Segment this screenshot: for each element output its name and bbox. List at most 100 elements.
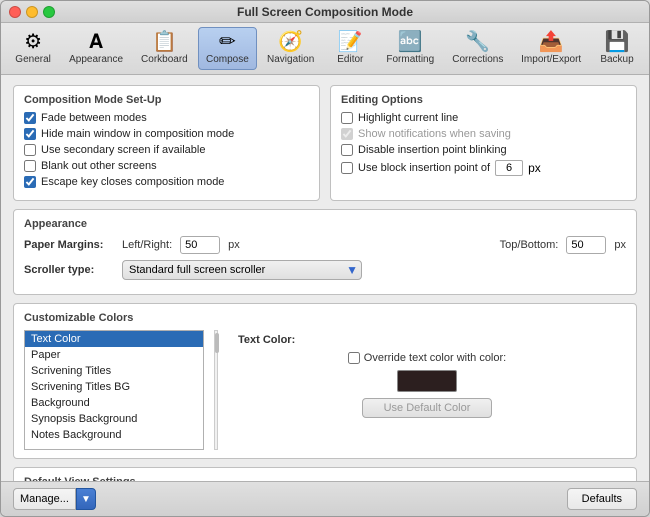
toolbar-item-general[interactable]: ⚙ General — [7, 27, 59, 70]
checkbox-secondary-label: Use secondary screen if available — [41, 144, 205, 156]
toolbar-item-navigation[interactable]: 🧭 Navigation — [259, 27, 322, 70]
defaults-button[interactable]: Defaults — [567, 488, 637, 510]
checkbox-fade-label: Fade between modes — [41, 112, 147, 124]
scroller-row: Scroller type: Standard full screen scro… — [24, 260, 626, 280]
checkbox-disable-blink-label: Disable insertion point blinking — [358, 144, 507, 156]
checkbox-disable-blink: Disable insertion point blinking — [341, 144, 626, 156]
close-button[interactable] — [9, 6, 21, 18]
appearance-icon: 𝐀 — [89, 32, 103, 52]
checkbox-highlight-input[interactable] — [341, 112, 353, 124]
toolbar-label-importexport: Import/Export — [521, 54, 581, 65]
color-list[interactable]: Text Color Paper Scrivening Titles Scriv… — [24, 330, 204, 450]
manage-arrow-button[interactable]: ▼ — [76, 488, 96, 510]
color-list-item-background[interactable]: Background — [25, 395, 203, 411]
checkbox-disable-blink-input[interactable] — [341, 144, 353, 156]
checkbox-show-notif-label: Show notifications when saving — [358, 128, 511, 140]
editing-options-title: Editing Options — [341, 94, 626, 106]
override-checkbox[interactable] — [348, 352, 360, 364]
color-list-item-paper[interactable]: Paper — [25, 347, 203, 363]
scroller-select[interactable]: Standard full screen scroller Fixed posi… — [122, 260, 362, 280]
checkbox-highlight: Highlight current line — [341, 112, 626, 124]
toolbar-item-corrections[interactable]: 🔧 Corrections — [444, 27, 511, 70]
corrections-icon: 🔧 — [465, 32, 490, 52]
checkbox-blank-label: Blank out other screens — [41, 160, 157, 172]
left-right-label: Left/Right: — [122, 239, 172, 251]
checkbox-escape: Escape key closes composition mode — [24, 176, 309, 188]
editing-options-section: Editing Options Highlight current line S… — [330, 85, 637, 201]
colors-section: Customizable Colors Text Color Paper Scr… — [13, 303, 637, 459]
general-icon: ⚙ — [24, 32, 42, 52]
colors-title: Customizable Colors — [24, 312, 626, 324]
toolbar-item-formatting[interactable]: 🔤 Formatting — [378, 27, 442, 70]
toolbar-label-compose: Compose — [206, 54, 249, 65]
toolbar-item-corkboard[interactable]: 📋 Corkboard — [133, 27, 196, 70]
checkbox-hide-main: Hide main window in composition mode — [24, 128, 309, 140]
compose-icon: ✏ — [219, 32, 236, 52]
color-list-item-synopsis-bg[interactable]: Synopsis Background — [25, 411, 203, 427]
color-list-item-scriv-bg[interactable]: Scrivening Titles BG — [25, 379, 203, 395]
checkbox-fade: Fade between modes — [24, 112, 309, 124]
toolbar-item-appearance[interactable]: 𝐀 Appearance — [61, 27, 131, 70]
color-list-item-text[interactable]: Text Color — [25, 331, 203, 347]
checkbox-blank-input[interactable] — [24, 160, 36, 172]
corkboard-icon: 📋 — [152, 32, 177, 52]
scroller-select-wrapper: Standard full screen scroller Fixed posi… — [122, 260, 362, 280]
checkbox-highlight-label: Highlight current line — [358, 112, 458, 124]
title-bar: Full Screen Composition Mode — [1, 1, 649, 23]
main-content: Composition Mode Set-Up Fade between mod… — [1, 75, 649, 481]
manage-select[interactable]: Manage... — [13, 488, 76, 510]
color-list-item-scriv-titles[interactable]: Scrivening Titles — [25, 363, 203, 379]
block-insert-value-input[interactable]: 6 — [495, 160, 523, 176]
checkbox-fade-input[interactable] — [24, 112, 36, 124]
checkbox-show-notif: Show notifications when saving — [341, 128, 626, 140]
left-right-input[interactable]: 50 — [180, 236, 220, 254]
navigation-icon: 🧭 — [278, 32, 303, 52]
checkbox-blank: Blank out other screens — [24, 160, 309, 172]
top-sections: Composition Mode Set-Up Fade between mod… — [13, 85, 637, 201]
checkbox-block-insert: Use block insertion point of 6 px — [341, 160, 626, 176]
scrollbar-thumb — [215, 333, 219, 353]
list-scrollbar[interactable] — [214, 330, 218, 450]
editor-icon: 📝 — [338, 32, 363, 52]
checkbox-secondary-input[interactable] — [24, 144, 36, 156]
toolbar-label-backup: Backup — [600, 54, 633, 65]
checkbox-escape-label: Escape key closes composition mode — [41, 176, 224, 188]
override-row: Override text color with color: — [348, 352, 506, 364]
toolbar-item-editor[interactable]: 📝 Editor — [324, 27, 376, 70]
color-right-panel: Text Color: Override text color with col… — [228, 330, 626, 450]
toolbar-label-formatting: Formatting — [386, 54, 434, 65]
checkbox-hide-main-input[interactable] — [24, 128, 36, 140]
checkbox-block-insert-input[interactable] — [341, 162, 353, 174]
toolbar-label-corkboard: Corkboard — [141, 54, 188, 65]
color-swatch[interactable] — [397, 370, 457, 392]
composition-setup-section: Composition Mode Set-Up Fade between mod… — [13, 85, 320, 201]
use-default-color-button: Use Default Color — [362, 398, 492, 418]
minimize-button[interactable] — [26, 6, 38, 18]
paper-margins-label: Paper Margins: — [24, 239, 114, 251]
left-right-px: px — [228, 239, 240, 251]
colors-inner: Text Color Paper Scrivening Titles Scriv… — [24, 330, 626, 450]
top-bottom-px: px — [614, 239, 626, 251]
toolbar-label-editor: Editor — [337, 54, 363, 65]
block-insert-px: px — [528, 161, 541, 175]
window-title: Full Screen Composition Mode — [237, 5, 413, 19]
toolbar-label-general: General — [15, 54, 51, 65]
window: Full Screen Composition Mode ⚙ General 𝐀… — [0, 0, 650, 517]
maximize-button[interactable] — [43, 6, 55, 18]
color-list-item-notes-bg[interactable]: Notes Background — [25, 427, 203, 443]
checkbox-escape-input[interactable] — [24, 176, 36, 188]
top-bottom-input[interactable]: 50 — [566, 236, 606, 254]
top-bottom-label: Top/Bottom: — [500, 239, 559, 251]
color-right-title: Text Color: — [238, 334, 295, 346]
toolbar-item-compose[interactable]: ✏ Compose — [198, 27, 257, 70]
toolbar-label-corrections: Corrections — [452, 54, 503, 65]
toolbar-item-importexport[interactable]: 📤 Import/Export — [513, 27, 589, 70]
paper-margins-row: Paper Margins: Left/Right: 50 px Top/Bot… — [24, 236, 626, 254]
appearance-section: Appearance Paper Margins: Left/Right: 50… — [13, 209, 637, 295]
traffic-lights — [9, 6, 55, 18]
checkbox-block-insert-label: Use block insertion point of — [358, 162, 490, 174]
toolbar-item-backup[interactable]: 💾 Backup — [591, 27, 643, 70]
composition-setup-title: Composition Mode Set-Up — [24, 94, 309, 106]
formatting-icon: 🔤 — [398, 32, 423, 52]
toolbar-label-navigation: Navigation — [267, 54, 314, 65]
